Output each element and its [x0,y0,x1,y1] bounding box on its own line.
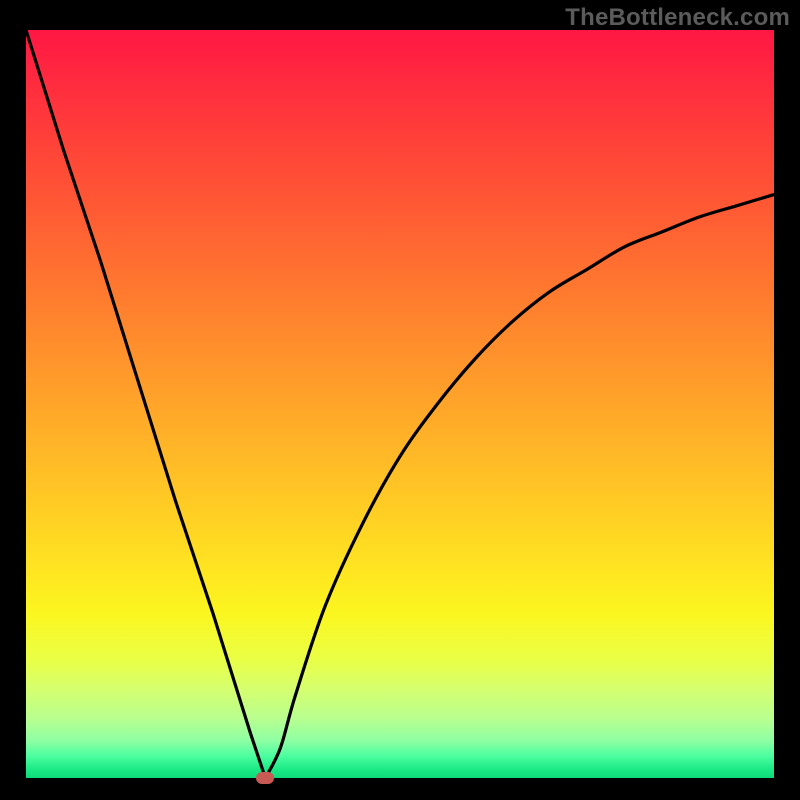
plot-area [26,30,774,778]
minimum-marker [256,772,274,784]
plot-bottom-border [26,778,774,800]
bottleneck-curve [26,30,774,778]
chart-frame: TheBottleneck.com [0,0,800,800]
attribution-text: TheBottleneck.com [565,4,790,32]
